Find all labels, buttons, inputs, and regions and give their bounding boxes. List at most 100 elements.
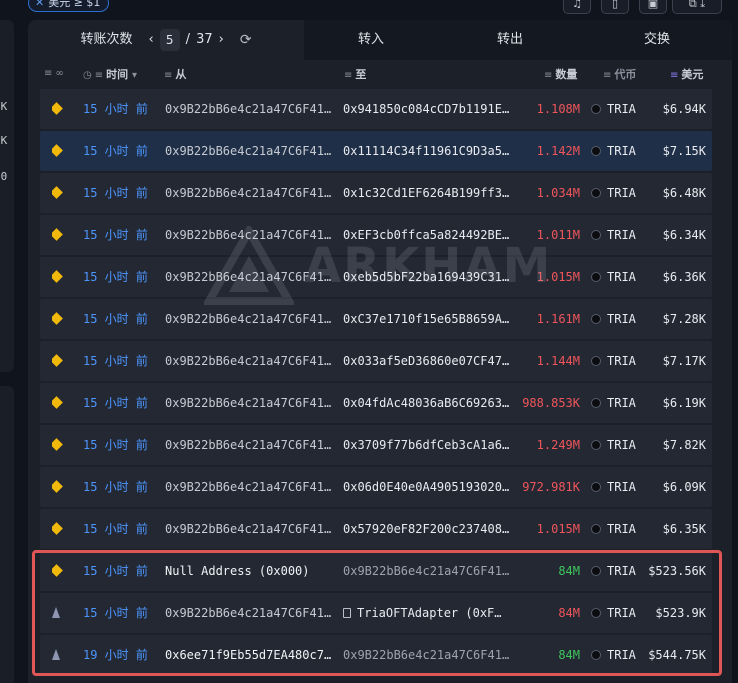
table-row[interactable]: 15 小时 前 0x9B22bB6e4c21a47C6F41… 0x11114C34… xyxy=(40,131,712,171)
to-address-cell[interactable]: 0x57920eF82F200c237408… xyxy=(343,509,513,549)
table-row[interactable]: 15 小时 前 0x9B22bB6e4c21a47C6F41… 0xeb5d5bF2… xyxy=(40,257,712,297)
column-amount[interactable]: ≡ 数量 xyxy=(544,66,577,82)
table-row[interactable]: 15 小时 前 0x9B22bB6e4c21a47C6F41… 0x033af5eD… xyxy=(40,341,712,381)
token-symbol: TRIA xyxy=(607,270,636,284)
column-to[interactable]: ≡ 至 xyxy=(344,66,366,82)
time-link[interactable]: 15 小时 前 xyxy=(83,425,159,465)
to-address-cell[interactable]: 0x11114C34f11961C9D3a5… xyxy=(343,131,513,171)
refresh-icon[interactable]: ⟳ xyxy=(240,20,252,60)
time-link[interactable]: 15 小时 前 xyxy=(83,593,159,633)
close-icon[interactable]: ✕ xyxy=(35,0,44,9)
from-address[interactable]: 0x9B22bB6e4c21a47C6F41… xyxy=(165,131,335,171)
from-address[interactable]: 0x9B22bB6e4c21a47C6F41… xyxy=(165,299,335,339)
from-address[interactable]: 0x9B22bB6e4c21a47C6F41… xyxy=(165,467,335,507)
time-link[interactable]: 19 小时 前 xyxy=(83,635,159,675)
table-row[interactable]: 15 小时 前 Null Address (0x000) 0x9B22bB6e4c2… xyxy=(40,551,712,591)
to-address[interactable]: 0x9B22bB6e4c21a47C6F41… xyxy=(343,648,509,662)
to-address[interactable]: 0xC37e1710f15e65B8659A… xyxy=(343,312,509,326)
bookmark-button[interactable]: ▯ xyxy=(601,0,629,14)
to-address-cell[interactable]: 0x941850c084cCD7b1191E… xyxy=(343,89,513,129)
time-link[interactable]: 15 小时 前 xyxy=(83,173,159,213)
to-address-cell[interactable]: 0x9B22bB6e4c21a47C6F41… xyxy=(343,551,513,591)
time-link[interactable]: 15 小时 前 xyxy=(83,215,159,255)
from-address[interactable]: Null Address (0x000) xyxy=(165,551,335,591)
from-address[interactable]: 0x9B22bB6e4c21a47C6F41… xyxy=(165,425,335,465)
to-address[interactable]: TriaOFTAdapter (0xF… xyxy=(357,606,502,620)
to-address[interactable]: 0x04fdAc48036aB6C69263… xyxy=(343,396,509,410)
time-link[interactable]: 15 小时 前 xyxy=(83,341,159,381)
export-button[interactable]: ⧉ ⤓ xyxy=(672,0,722,14)
table-row[interactable]: 15 小时 前 0x9B22bB6e4c21a47C6F41… 0x57920eF8… xyxy=(40,509,712,549)
chain-filter[interactable]: ≡ ∞ xyxy=(44,66,67,79)
table-row[interactable]: 15 小时 前 0x9B22bB6e4c21a47C6F41… 0xEF3cb0ff… xyxy=(40,215,712,255)
column-usd[interactable]: ≡ 美元 xyxy=(670,66,703,82)
column-time[interactable]: ◷ ≡ 时间 ▾ xyxy=(83,66,140,82)
to-address-cell[interactable]: 0x06d0E40e0A4905193020… xyxy=(343,467,513,507)
table-row[interactable]: 15 小时 前 0x9B22bB6e4c21a47C6F41… 0xC37e1710… xyxy=(40,299,712,339)
time-link[interactable]: 15 小时 前 xyxy=(83,383,159,423)
from-address[interactable]: 0x9B22bB6e4c21a47C6F41… xyxy=(165,341,335,381)
from-address[interactable]: 0x9B22bB6e4c21a47C6F41… xyxy=(165,89,335,129)
to-address[interactable]: 0x57920eF82F200c237408… xyxy=(343,522,509,536)
from-address[interactable]: 0x9B22bB6e4c21a47C6F41… xyxy=(165,257,335,297)
time-link[interactable]: 15 小时 前 xyxy=(83,299,159,339)
to-address-cell[interactable]: 0xeb5d5bF22ba169439C31… xyxy=(343,257,513,297)
save-button[interactable]: ▣ xyxy=(639,0,667,14)
to-address[interactable]: 0x11114C34f11961C9D3a5… xyxy=(343,144,509,158)
from-address[interactable]: 0x6ee71f9Eb55d7EA480c7… xyxy=(165,635,335,675)
to-address[interactable]: 0x941850c084cCD7b1191E… xyxy=(343,102,509,116)
to-address[interactable]: 0xeb5d5bF22ba169439C31… xyxy=(343,270,509,284)
to-address[interactable]: 0x033af5eD36860e07CF47… xyxy=(343,354,509,368)
time-link[interactable]: 15 小时 前 xyxy=(83,467,159,507)
to-address[interactable]: 0x06d0E40e0A4905193020… xyxy=(343,480,509,494)
bnb-chain-icon xyxy=(52,480,63,493)
column-token[interactable]: ≡ 代币 xyxy=(603,66,636,82)
time-link[interactable]: 15 小时 前 xyxy=(83,131,159,171)
table-row[interactable]: 15 小时 前 0x9B22bB6e4c21a47C6F41… 0x1c32Cd1E… xyxy=(40,173,712,213)
to-address-cell[interactable]: TriaOFTAdapter (0xF… xyxy=(343,593,513,633)
tab-outflow[interactable]: 转出 xyxy=(438,20,582,60)
tab-inflow[interactable]: 转入 xyxy=(304,20,438,60)
table-row[interactable]: 15 小时 前 0x9B22bB6e4c21a47C6F41… 0x06d0E40e… xyxy=(40,467,712,507)
table-row[interactable]: 15 小时 前 0x9B22bB6e4c21a47C6F41… 0x04fdAc48… xyxy=(40,383,712,423)
page-current[interactable]: 5 xyxy=(159,29,180,51)
to-address-cell[interactable]: 0x1c32Cd1EF6264B199ff3… xyxy=(343,173,513,213)
from-address[interactable]: 0x9B22bB6e4c21a47C6F41… xyxy=(165,593,335,633)
chain-cell xyxy=(52,593,66,633)
from-address[interactable]: 0x9B22bB6e4c21a47C6F41… xyxy=(165,509,335,549)
time-link[interactable]: 15 小时 前 xyxy=(83,89,159,129)
usd-value: $7.28K xyxy=(662,312,706,326)
table-row[interactable]: 19 小时 前 0x6ee71f9Eb55d7EA480c7… 0x9B22bB6e… xyxy=(40,635,712,675)
to-address[interactable]: 0x9B22bB6e4c21a47C6F41… xyxy=(343,564,509,578)
tab-transfers-label: 转账次数 xyxy=(80,32,133,47)
alert-bell-button[interactable]: ♫ xyxy=(563,0,591,14)
to-address-cell[interactable]: 0x04fdAc48036aB6C69263… xyxy=(343,383,513,423)
tab-transfers[interactable]: 转账次数 ‹ 5 / 37 › ⟳ xyxy=(28,20,304,60)
tab-swap-label: 交换 xyxy=(643,32,670,47)
to-address-cell[interactable]: 0x3709f77b6dfCeb3cA1a6… xyxy=(343,425,513,465)
to-address-cell[interactable]: 0xEF3cb0ffca5a824492BE… xyxy=(343,215,513,255)
from-address[interactable]: 0x9B22bB6e4c21a47C6F41… xyxy=(165,215,335,255)
to-address[interactable]: 0xEF3cb0ffca5a824492BE… xyxy=(343,228,509,242)
tab-swap[interactable]: 交换 xyxy=(582,20,732,60)
table-row[interactable]: 15 小时 前 0x9B22bB6e4c21a47C6F41… 0x3709f77b… xyxy=(40,425,712,465)
next-page-chevron-icon[interactable]: › xyxy=(219,20,224,60)
to-address-cell[interactable]: 0x9B22bB6e4c21a47C6F41… xyxy=(343,635,513,675)
to-address[interactable]: 0x3709f77b6dfCeb3cA1a6… xyxy=(343,438,509,452)
usd-filter-chip[interactable]: ✕ 美元 ≥ $1 xyxy=(28,0,110,12)
column-from[interactable]: ≡ 从 xyxy=(164,66,186,82)
to-address-cell[interactable]: 0xC37e1710f15e65B8659A… xyxy=(343,299,513,339)
prev-page-chevron-icon[interactable]: ‹ xyxy=(148,20,153,60)
to-address[interactable]: 0x1c32Cd1EF6264B199ff3… xyxy=(343,186,509,200)
to-address-cell[interactable]: 0x033af5eD36860e07CF47… xyxy=(343,341,513,381)
chain-cell xyxy=(52,215,66,255)
from-address[interactable]: 0x9B22bB6e4c21a47C6F41… xyxy=(165,173,335,213)
from-address[interactable]: 0x9B22bB6e4c21a47C6F41… xyxy=(165,383,335,423)
time-link[interactable]: 15 小时 前 xyxy=(83,509,159,549)
tab-outflow-label: 转出 xyxy=(496,32,523,47)
amount: 1.108M xyxy=(536,102,580,116)
table-row[interactable]: 15 小时 前 0x9B22bB6e4c21a47C6F41… TriaOFTAda… xyxy=(40,593,712,633)
table-row[interactable]: 15 小时 前 0x9B22bB6e4c21a47C6F41… 0x941850c0… xyxy=(40,89,712,129)
time-link[interactable]: 15 小时 前 xyxy=(83,257,159,297)
time-link[interactable]: 15 小时 前 xyxy=(83,551,159,591)
